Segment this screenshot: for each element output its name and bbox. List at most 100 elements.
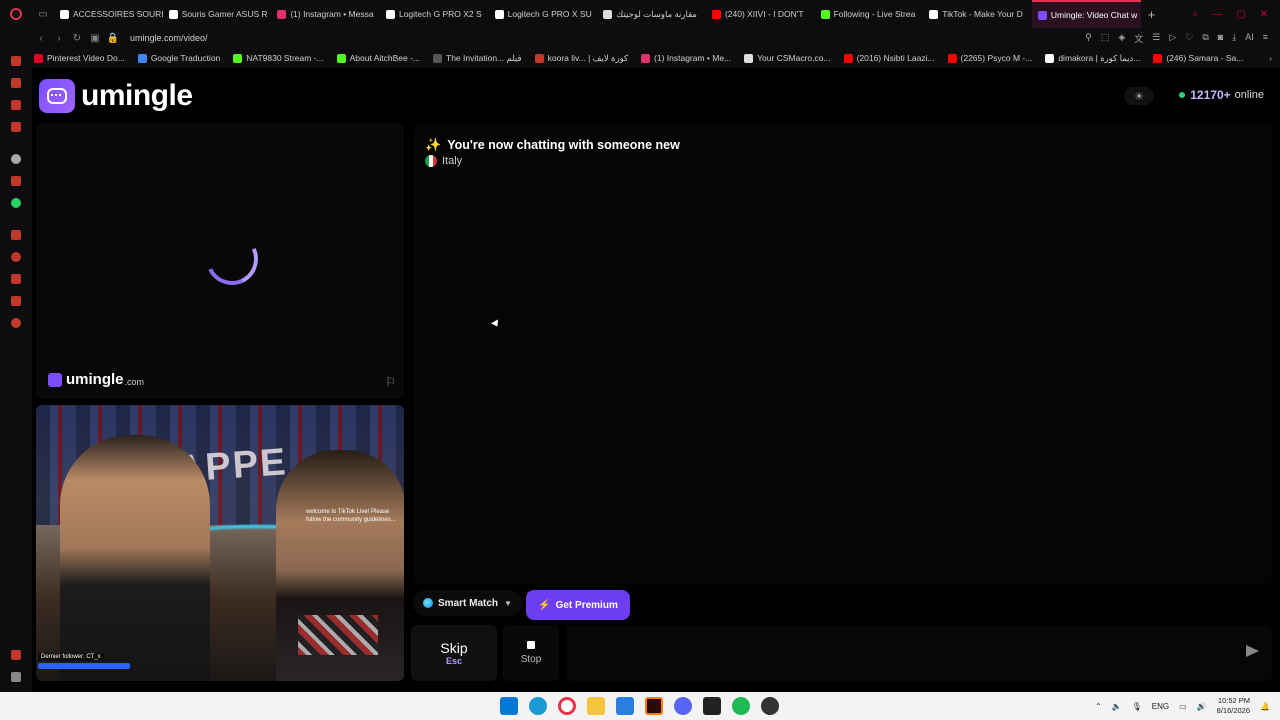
network-icon[interactable]: ▭ [1179,702,1187,711]
sparkle-icon: ✨ [425,137,442,152]
get-premium-button[interactable]: ⚡ Get Premium [526,590,630,620]
bookmark-item[interactable]: (1) Instagram • Me... [641,53,731,64]
defender-icon[interactable] [616,697,634,715]
opera-logo-icon[interactable] [0,0,32,28]
url-field[interactable]: umingle.com/video/ [130,33,208,43]
send-icon[interactable] [1246,645,1259,657]
reader-icon[interactable]: ☰ [1152,32,1160,45]
illustrator-icon[interactable] [645,697,663,715]
browser-tab[interactable]: مقارنة ماوسات لوجيتك [597,0,706,28]
heart-icon[interactable]: ♡ [1185,32,1193,45]
back-button[interactable]: ‹ [32,33,50,44]
bookmark-item[interactable]: Your CSMacro.co... [744,53,831,64]
screenshot-icon[interactable]: ⬚ [1101,32,1110,45]
report-flag-icon[interactable]: ⚐ [385,375,396,389]
forward-button[interactable]: › [50,33,68,44]
country-label: Italy [442,155,463,167]
bookmark-favicon-icon [1153,53,1163,63]
bookmark-item[interactable]: Google Traduction [137,53,221,64]
bookmark-item[interactable]: NAT9830 Stream -... [233,53,324,64]
sidebar-music-icon[interactable] [11,230,21,240]
browser-tab[interactable]: (240) XIIVI - I DON'T [706,0,815,28]
sidebar-history-icon[interactable] [11,252,21,262]
new-tab-button[interactable]: + [1141,7,1163,22]
bookmark-item[interactable]: (2265) Psyco M -... [947,53,1032,64]
pin-icon[interactable]: ⚲ [1085,32,1092,45]
chat-status: ✨ You're now chatting with someone new [425,137,680,153]
sidebar-aria-icon[interactable] [11,78,21,88]
menu-icon[interactable]: ≡ [1263,32,1268,45]
browser-tab[interactable]: ACCESSOIRES SOURI [54,0,163,28]
opera-taskbar-icon[interactable] [558,697,576,715]
capcut-icon[interactable] [703,697,721,715]
smart-match-label: Smart Match [438,597,499,609]
browser-tab[interactable]: Following - Live Strea [815,0,924,28]
sidebar-instagram-icon[interactable] [11,122,21,132]
browser-tab[interactable]: Umingle: Video Chat w [1031,0,1141,28]
smart-match-dropdown[interactable]: Smart Match ▼ [413,590,522,616]
download-icon[interactable]: ⤓ [1232,32,1236,45]
sidebar-settings-icon[interactable] [11,318,21,328]
reload-button[interactable]: ↻ [68,33,86,44]
file-explorer-icon[interactable] [587,697,605,715]
browser-tab[interactable]: TikTok - Make Your D [923,0,1032,28]
close-window-button[interactable]: ✕ [1260,9,1268,20]
sidebar-more-icon[interactable] [11,672,21,682]
maximize-button[interactable]: ▢ [1236,9,1245,20]
browser-tab[interactable]: (1) Instagram • Messa [271,0,380,28]
notification-icon[interactable]: 🔔 [1260,702,1270,711]
opera-sidebar [0,48,32,692]
mic-icon[interactable]: 🎙 [1132,702,1142,711]
obs-icon[interactable] [761,697,779,715]
message-input[interactable] [566,625,1272,681]
translate-icon[interactable]: 文 [1134,32,1143,45]
sidebar-whatsapp-icon[interactable] [11,198,21,208]
snapshot-icon[interactable]: ▣ [86,33,104,44]
clock[interactable]: 10:52 PM 8/16/2026 [1217,696,1250,716]
bookmark-item[interactable]: dimakora | ديما كورة... [1045,53,1140,64]
spotify-icon[interactable] [732,697,750,715]
edge-icon[interactable] [529,697,547,715]
sidebar-downloads-icon[interactable] [11,274,21,284]
vpn-icon[interactable]: ◈ [1118,32,1125,45]
tab-menu-icon[interactable]: ▭ [32,0,54,28]
sidebar-gx-icon[interactable] [11,650,21,660]
ai-icon[interactable]: AI [1245,32,1254,45]
browser-tab[interactable]: Logitech G PRO X2 S [380,0,489,28]
browser-tab[interactable]: Logitech G PRO X SU [489,0,598,28]
sidebar-tool-icon[interactable] [11,176,21,186]
extensions-icon[interactable]: ⧉ [1202,32,1208,45]
site-logo[interactable]: umingle [39,79,193,113]
clock-date: 8/16/2026 [1216,706,1251,715]
bookmark-label: Google Traduction [150,53,221,63]
bookmark-item[interactable]: About AitchBee -... [336,53,420,64]
theme-toggle-sun-icon[interactable]: ☀ [1124,87,1154,105]
sidebar-chatgpt-icon[interactable] [11,154,21,164]
skip-button[interactable]: Skip Esc [411,625,497,681]
bookmark-item[interactable]: The Invitation... فيلم [433,53,522,64]
stop-button[interactable]: Stop [503,625,559,681]
speaker-icon[interactable]: 🔈 [1112,702,1122,711]
profile-icon[interactable]: ◙ [1218,32,1223,45]
volume-icon[interactable]: 🔊 [1197,702,1207,711]
language-indicator[interactable]: ENG [1152,702,1169,711]
tray-chevron-icon[interactable]: ⌃ [1095,702,1102,711]
bookmarks-more-icon[interactable]: › [1269,53,1280,63]
search-tabs-icon[interactable]: ⌕ [1193,9,1199,20]
bookmark-item[interactable]: koora liv... | كورة لايف [534,53,628,64]
sidebar-extensions-icon[interactable] [11,296,21,306]
minimize-button[interactable]: — [1212,9,1222,20]
start-button-icon[interactable] [500,697,518,715]
play-icon[interactable]: ▷ [1169,32,1176,45]
sidebar-messenger-icon[interactable] [11,100,21,110]
sidebar-home-icon[interactable] [11,56,21,66]
browser-tab[interactable]: Souris Gamer ASUS R [163,0,272,28]
italy-flag-icon [425,155,437,167]
discord-icon[interactable] [674,697,692,715]
address-bar: ‹ › ↻ ▣ 🔒 umingle.com/video/ ⚲ ⬚ ◈ 文 ☰ ▷… [0,28,1280,48]
bookmark-item[interactable]: (246) Samara - Sa... [1153,53,1243,64]
video-watermark: umingle .com [48,371,144,388]
bookmark-item[interactable]: (2016) Nsibti Laazi... [843,53,935,64]
bookmark-item[interactable]: Pinterest Video Do... [34,53,125,64]
bookmark-favicon-icon [34,53,43,63]
